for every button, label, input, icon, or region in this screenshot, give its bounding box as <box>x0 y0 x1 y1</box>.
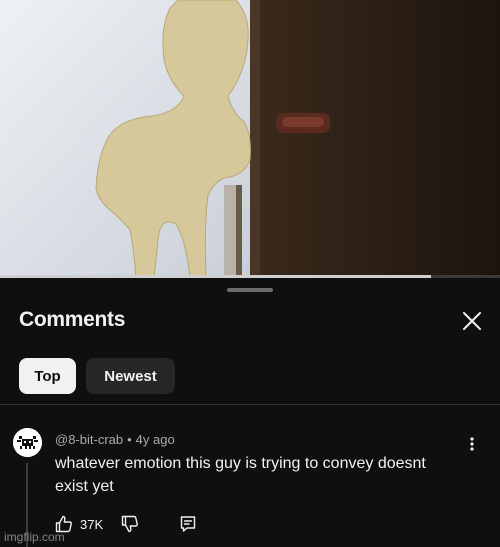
more-vert-icon <box>470 437 474 451</box>
imgflip-watermark: imgflip.com <box>4 530 65 544</box>
dislike-button[interactable] <box>120 513 140 535</box>
comment-item: @8-bit-crab • 4y ago whatever emotion this… <box>0 405 500 547</box>
like-count: 37K <box>80 516 104 532</box>
reply-icon <box>180 516 196 532</box>
filter-chip-top[interactable]: Top <box>19 358 76 394</box>
avatar[interactable] <box>13 428 42 457</box>
video-player[interactable] <box>0 0 500 278</box>
video-frame-image <box>0 0 500 278</box>
comment-author[interactable]: @8-bit-crab <box>55 432 123 447</box>
comment-more-button[interactable] <box>462 432 482 456</box>
close-icon <box>463 312 481 330</box>
meta-separator: • <box>127 432 132 447</box>
comments-panel: Comments Top Newest @8-bit-crab • 4y ago… <box>0 278 500 547</box>
comment-meta: @8-bit-crab • 4y ago <box>55 432 175 447</box>
crab-avatar-icon <box>13 428 42 457</box>
filter-chip-newest[interactable]: Newest <box>86 358 175 394</box>
comment-age: 4y ago <box>135 432 175 447</box>
close-button[interactable] <box>458 307 486 335</box>
comments-title: Comments <box>19 308 126 331</box>
reply-button[interactable] <box>178 513 198 535</box>
drag-handle[interactable] <box>227 288 273 292</box>
comment-text: whatever emotion this guy is trying to c… <box>55 455 426 495</box>
thumbs-down-icon <box>121 515 138 533</box>
